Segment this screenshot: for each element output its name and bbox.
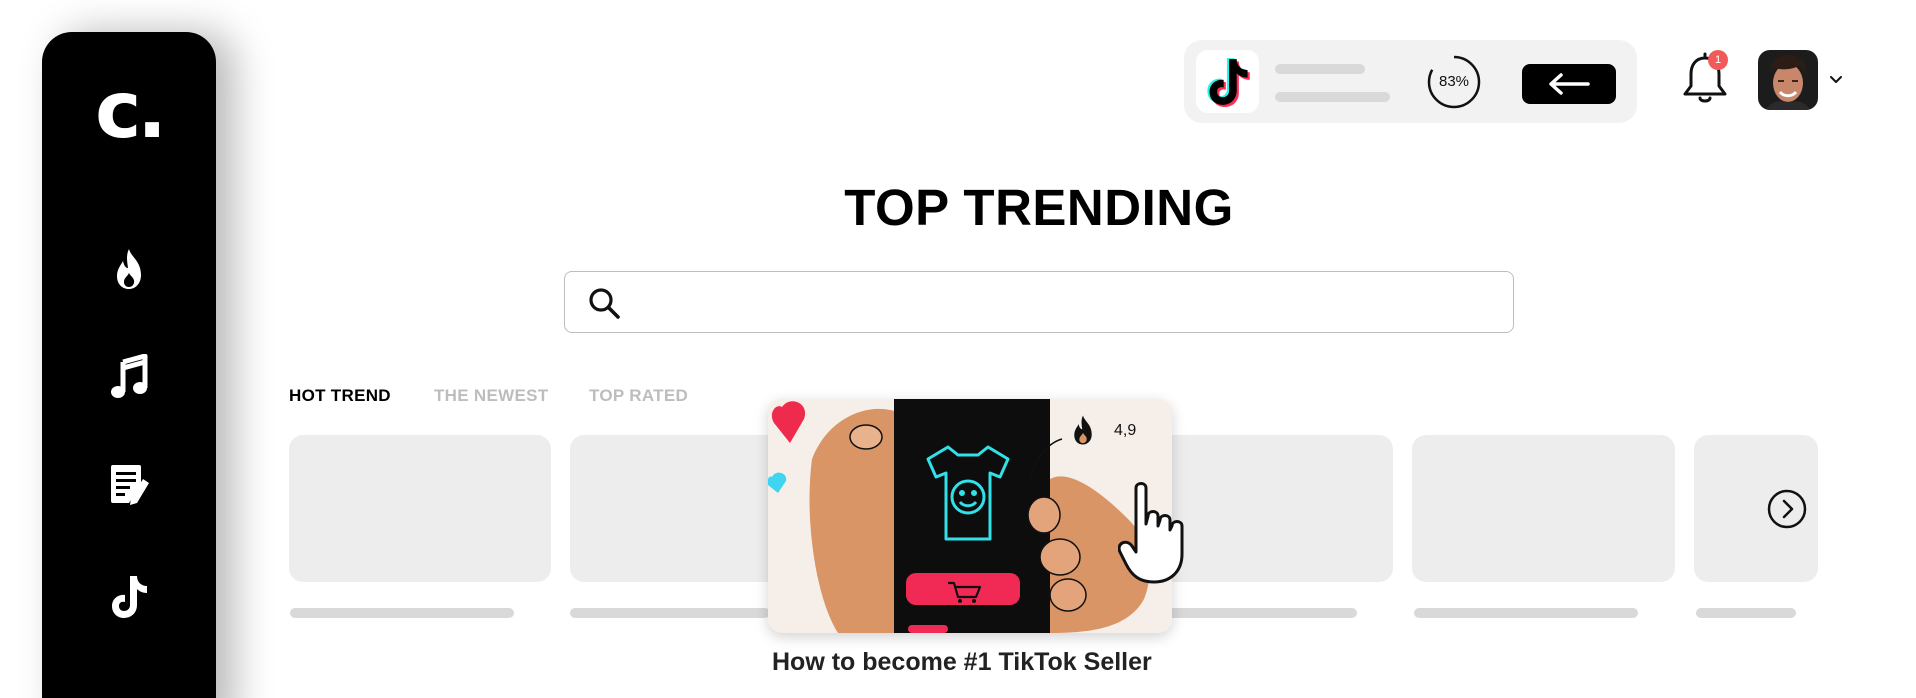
page-title: TOP TRENDING	[844, 179, 1234, 236]
nav-item-tiktok[interactable]	[104, 572, 154, 622]
trend-card-placeholder[interactable]	[1412, 435, 1675, 582]
nav-item-documents[interactable]	[104, 460, 154, 510]
featured-thumbnail	[768, 399, 1172, 633]
progress-indicator: 83%	[1426, 54, 1482, 110]
featured-video-card[interactable]	[768, 399, 1172, 633]
page: c. 83% 1 TOP TRENDING HOT TREND THE NEWE…	[0, 0, 1916, 698]
trend-card-placeholder[interactable]	[289, 435, 551, 582]
skeleton-line	[1150, 608, 1357, 618]
tiktok-app-tile[interactable]	[1196, 50, 1259, 113]
tab-the-newest[interactable]: THE NEWEST	[434, 386, 548, 406]
chevron-down-icon[interactable]	[1828, 72, 1844, 88]
skeleton-line	[1275, 92, 1390, 102]
sidebar: c.	[42, 32, 216, 698]
search-input[interactable]	[637, 282, 1497, 322]
progress-label: 83%	[1438, 73, 1470, 90]
flame-icon	[117, 249, 141, 289]
music-note-icon	[111, 354, 148, 398]
skeleton-line	[290, 608, 514, 618]
skeleton-line	[1696, 608, 1796, 618]
avatar-image	[1758, 50, 1818, 110]
arrow-left-icon	[1549, 73, 1590, 95]
featured-rating: 4,9	[1114, 422, 1137, 439]
document-edit-icon	[111, 465, 149, 505]
nav-item-music[interactable]	[104, 352, 154, 402]
notification-badge: 1	[1708, 50, 1728, 70]
search-icon[interactable]	[587, 286, 621, 320]
app-logo[interactable]: c.	[42, 72, 216, 150]
skeleton-line	[1414, 608, 1638, 618]
featured-title: How to become #1 TikTok Seller	[772, 648, 1152, 676]
chevron-right-circle-icon[interactable]	[1766, 488, 1808, 530]
nav-item-trending[interactable]	[104, 244, 154, 294]
skeleton-line	[570, 608, 770, 618]
tab-top-rated[interactable]: TOP RATED	[589, 386, 688, 406]
tab-hot-trend[interactable]: HOT TREND	[289, 386, 391, 406]
hand-pointer-icon	[1118, 482, 1184, 584]
user-avatar[interactable]	[1758, 50, 1818, 110]
back-button[interactable]	[1522, 64, 1616, 104]
tiktok-logo-icon	[1206, 57, 1250, 107]
tiktok-icon	[112, 576, 147, 618]
skeleton-line	[1275, 64, 1365, 74]
campaign-widget: 83%	[1184, 40, 1637, 123]
flame-icon	[1074, 415, 1092, 445]
search-box[interactable]	[564, 271, 1514, 333]
